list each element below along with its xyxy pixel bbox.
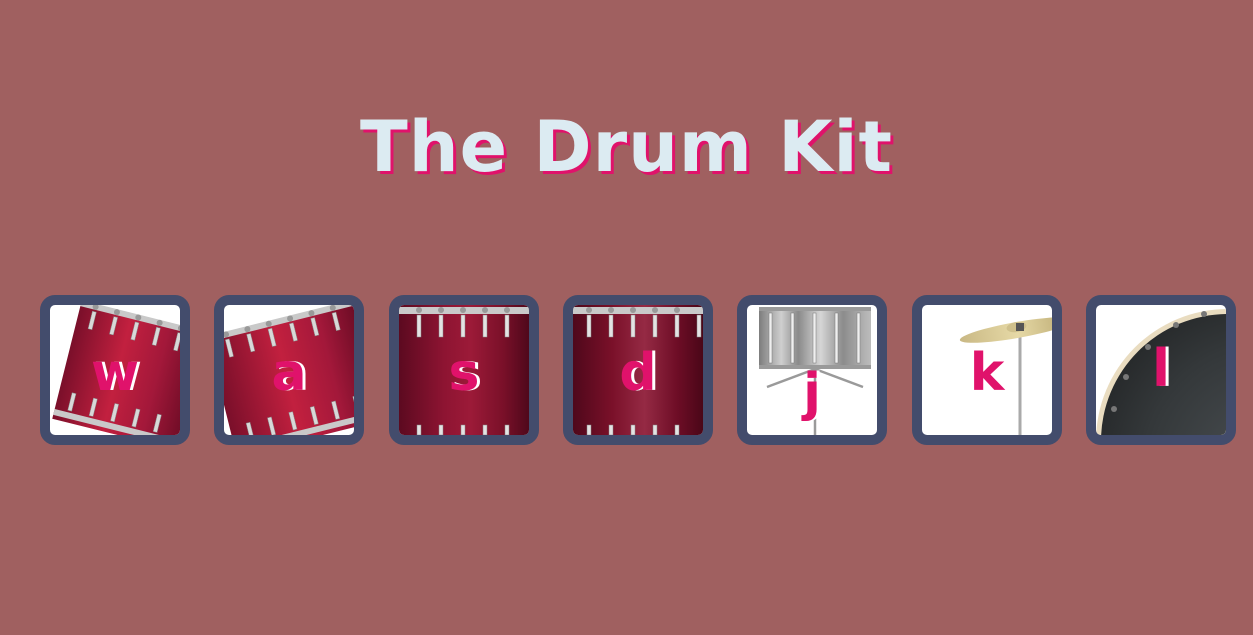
drum-button-d[interactable]: d [563,295,713,445]
drum-button-k[interactable]: k [912,295,1062,445]
page-title: The Drum Kit [360,105,893,188]
drum-key-label: j [803,363,821,423]
drum-key-label: w [90,343,140,403]
drum-key-label: a [271,343,307,403]
drum-button-l[interactable]: l [1086,295,1236,445]
drum-key-label: s [448,343,480,403]
drum-key-label: l [1152,339,1170,399]
drum-key-label: k [969,343,1005,403]
drum-key-label: d [619,343,657,403]
drum-button-j[interactable]: j [737,295,887,445]
drum-button-s[interactable]: s [389,295,539,445]
drum-button-w[interactable]: w [40,295,190,445]
drum-button-a[interactable]: a [214,295,364,445]
